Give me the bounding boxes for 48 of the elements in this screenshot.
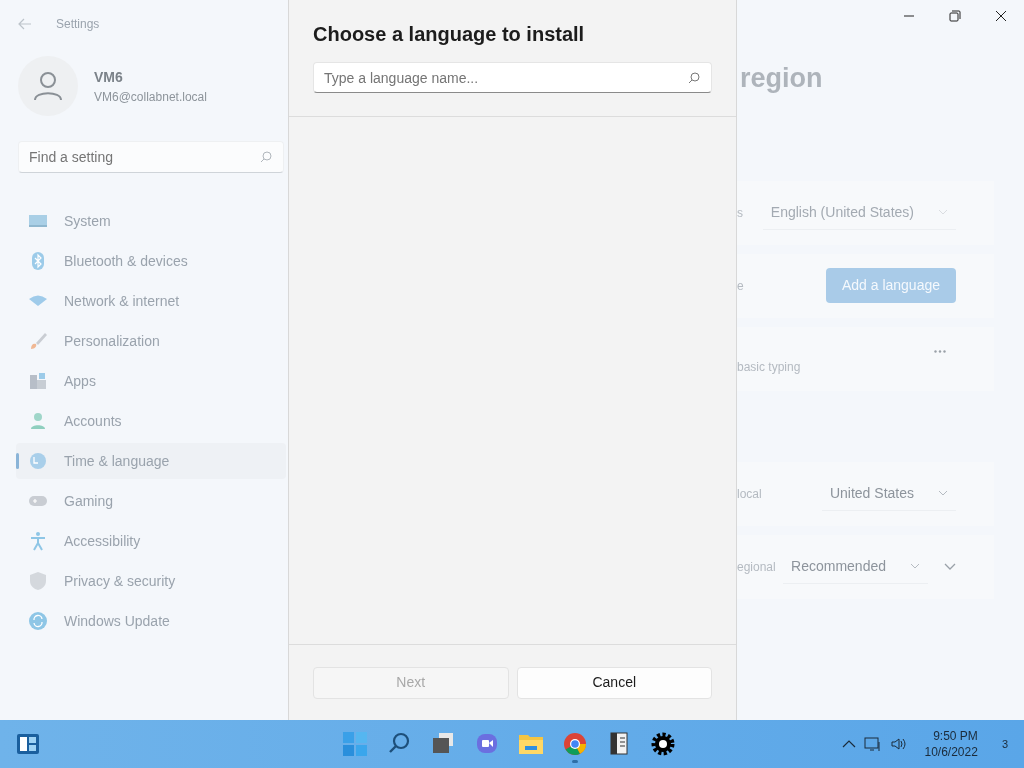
user-email: VM6@collabnet.local — [94, 88, 207, 106]
dropdown[interactable]: United States — [821, 476, 956, 511]
sidebar-item[interactable]: Privacy & security — [16, 563, 286, 599]
sidebar-item[interactable]: Accessibility — [16, 523, 286, 559]
sidebar-item[interactable]: Network & internet — [16, 283, 286, 319]
expand-chevron-icon[interactable] — [944, 562, 956, 571]
sidebar-item[interactable]: Apps — [16, 363, 286, 399]
apps-icon — [28, 371, 48, 391]
user-name: VM6 — [94, 67, 124, 87]
window-title: Settings — [56, 16, 100, 33]
add-language-button[interactable]: Add a language — [825, 268, 956, 303]
sidebar-item[interactable]: Windows Update — [16, 603, 286, 639]
language-search-field[interactable]: Type a language name... — [313, 62, 712, 93]
setting-label: basic typing — [737, 358, 801, 376]
update-icon — [28, 611, 48, 631]
brush-icon — [28, 331, 48, 351]
restore-icon[interactable] — [946, 8, 964, 24]
page-title: region — [740, 62, 823, 95]
dialog-title: Choose a language to install — [313, 22, 586, 47]
widgets-icon[interactable] — [16, 733, 40, 755]
setting-label: local — [737, 485, 762, 503]
dropdown[interactable]: Recommended — [783, 549, 928, 584]
sidebar-item[interactable]: Gaming — [16, 483, 286, 519]
network-icon[interactable] — [864, 736, 883, 752]
setting-label: egional — [737, 558, 776, 576]
sidebar-item[interactable]: Time & language — [16, 443, 286, 479]
more-icon[interactable] — [934, 350, 946, 353]
chevron-down-icon — [938, 490, 948, 496]
search-field[interactable]: Find a setting — [18, 141, 284, 173]
accessibility-icon — [28, 531, 48, 551]
volume-icon[interactable] — [890, 736, 909, 752]
search-icon — [260, 151, 272, 163]
setting-label: e — [737, 277, 744, 295]
sidebar-item[interactable]: System — [16, 203, 286, 239]
chevron-down-icon — [938, 209, 948, 215]
sidebar-item[interactable]: Bluetooth & devices — [16, 243, 286, 279]
sidebar-item[interactable]: Accounts — [16, 403, 286, 439]
cancel-button[interactable]: Cancel — [516, 666, 712, 699]
chevron-up-icon[interactable] — [842, 739, 857, 749]
sidebar-item[interactable]: Personalization — [16, 323, 286, 359]
clock[interactable]: 9:50 PM 10/6/2022 — [924, 728, 978, 760]
person-icon — [33, 71, 63, 101]
notification-count[interactable]: 3 — [1001, 735, 1008, 753]
search-icon — [688, 72, 700, 84]
shield-icon — [28, 571, 48, 591]
person-icon — [28, 411, 48, 431]
chevron-down-icon — [910, 563, 920, 569]
setting-label: s — [737, 204, 743, 222]
